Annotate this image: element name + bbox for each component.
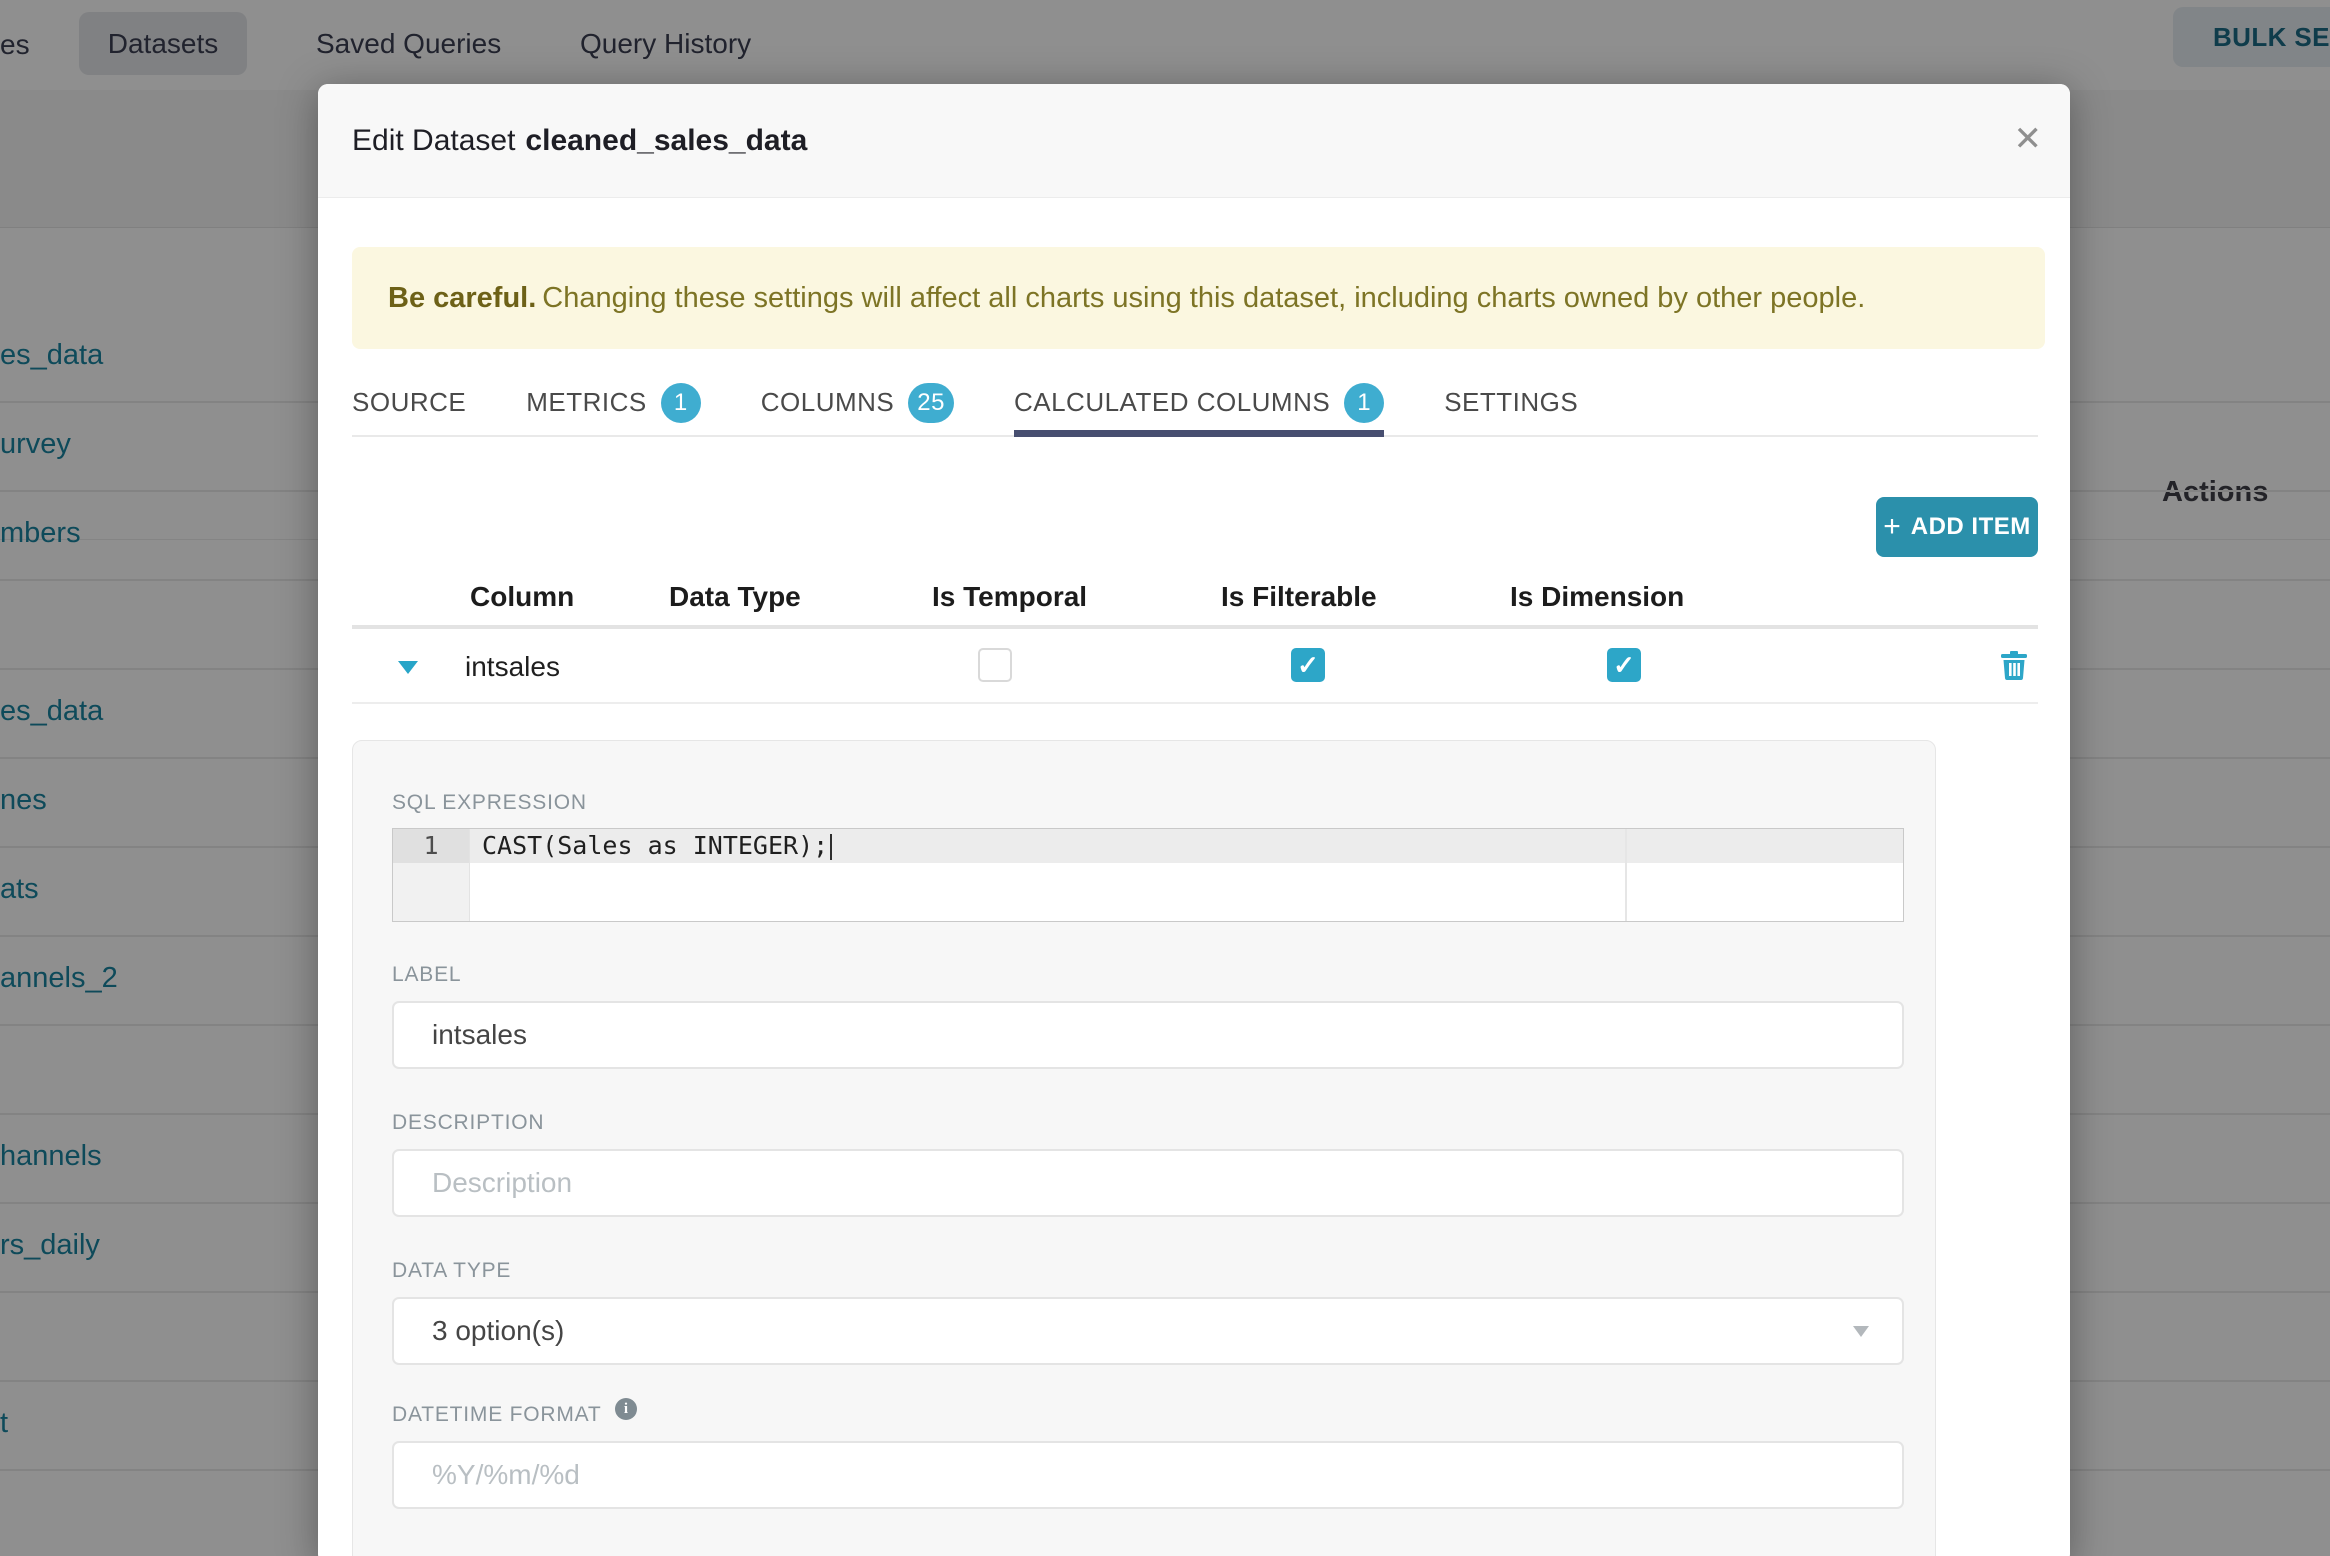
text-cursor [830, 834, 833, 860]
is-temporal-checkbox[interactable]: ✓ [978, 648, 1012, 682]
column-header-column: Column [470, 581, 575, 612]
warning-banner-rest: Changing these settings will affect all … [542, 282, 1866, 314]
description-input[interactable]: Description [392, 1149, 1904, 1217]
warning-banner-text: Be careful. Changing these settings will … [388, 247, 1865, 349]
is-filterable-checkbox[interactable]: ✓ [1291, 648, 1325, 682]
is-dimension-checkbox[interactable]: ✓ [1607, 648, 1641, 682]
data-type-label: DATA TYPE [392, 1259, 512, 1282]
label-label: LABEL [392, 963, 462, 986]
warning-banner: Be careful. Changing these settings will … [352, 247, 2045, 349]
data-type-select[interactable]: 3 option(s) [392, 1297, 1904, 1365]
editor-line-number: 1 [393, 829, 469, 863]
sql-code-line: CAST(Sales as INTEGER); [482, 829, 833, 863]
column-header-is-dimension: Is Dimension [1510, 581, 1685, 612]
tab-source[interactable]: SOURCE [352, 370, 466, 435]
row-divider [352, 702, 2038, 704]
column-header-data-type: Data Type [669, 581, 801, 612]
sql-expression-label: SQL EXPRESSION [392, 791, 587, 814]
edit-dataset-modal: Edit Dataset cleaned_sales_data ✕ Be care… [318, 84, 2070, 1556]
info-icon[interactable]: i [615, 1398, 637, 1420]
description-label: DESCRIPTION [392, 1111, 545, 1134]
column-header-is-filterable: Is Filterable [1221, 581, 1377, 612]
datetime-format-label: DATETIME FORMAT [392, 1403, 602, 1426]
plus-icon: + [1883, 510, 1901, 543]
tab-metrics[interactable]: METRICS 1 [526, 370, 701, 435]
chevron-down-icon[interactable] [1853, 1326, 1869, 1337]
modal-tab-bar: SOURCE METRICS 1 COLUMNS 25 CALCULATED COL… [352, 370, 2038, 437]
modal-header: Edit Dataset cleaned_sales_data ✕ [318, 84, 2070, 198]
datetime-format-input[interactable]: %Y/%m/%d [392, 1441, 1904, 1509]
trash-icon[interactable] [2001, 651, 2027, 680]
calculated-column-name: intsales [465, 651, 560, 682]
calculated-column-detail-panel: SQL EXPRESSION 1 CAST(Sales as INTEGER);… [352, 740, 1936, 1556]
tab-badge: 1 [660, 382, 701, 423]
header-divider [352, 625, 2038, 629]
check-icon: ✓ [1613, 650, 1635, 680]
editor-print-margin [1625, 829, 1627, 921]
modal-title: Edit Dataset cleaned_sales_data [352, 84, 807, 197]
warning-banner-bold: Be careful. [388, 282, 537, 314]
collapse-row-caret-icon[interactable] [398, 661, 418, 674]
tab-columns[interactable]: COLUMNS 25 [761, 370, 954, 435]
close-icon[interactable]: ✕ [2014, 84, 2043, 197]
tab-calculated-columns[interactable]: CALCULATED COLUMNS 1 [1013, 370, 1385, 437]
modal-title-prefix: Edit Dataset [352, 124, 516, 157]
column-header-is-temporal: Is Temporal [932, 581, 1088, 612]
label-input[interactable]: intsales [392, 1001, 1904, 1069]
tab-settings[interactable]: SETTINGS [1444, 370, 1578, 435]
check-icon: ✓ [1297, 650, 1319, 680]
tab-badge: 1 [1344, 382, 1385, 423]
tab-badge: 25 [908, 382, 954, 423]
add-item-button[interactable]: + ADD ITEM [1876, 497, 2038, 557]
modal-title-dataset-name: cleaned_sales_data [525, 124, 808, 157]
datasets-page: es Datasets Saved Queries Query History … [0, 0, 2330, 1556]
sql-expression-editor[interactable]: 1 CAST(Sales as INTEGER); [392, 828, 1904, 922]
